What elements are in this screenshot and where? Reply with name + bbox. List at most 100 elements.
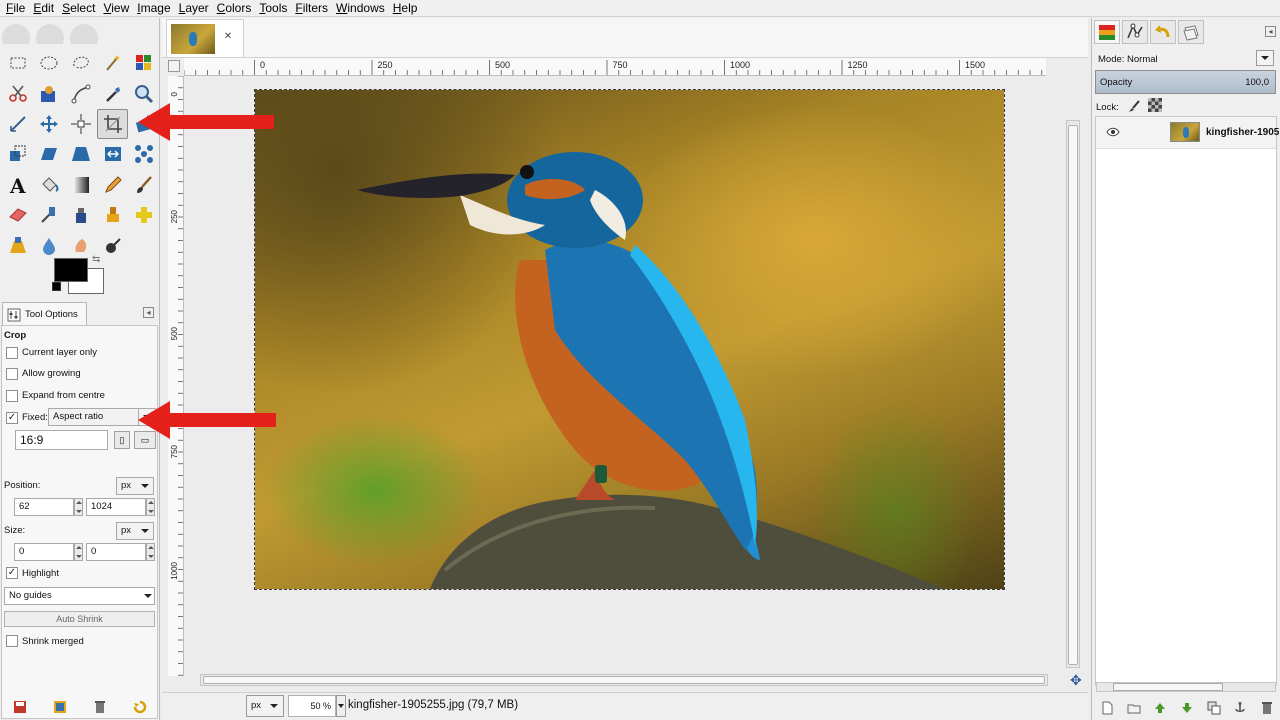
navigate-icon[interactable]: ✥ bbox=[1070, 672, 1082, 689]
tab-paths[interactable] bbox=[1122, 20, 1148, 44]
ellipse-select-tool[interactable] bbox=[34, 48, 66, 78]
layers-scrollbar[interactable] bbox=[1096, 682, 1276, 692]
size-width-spinner[interactable] bbox=[74, 543, 83, 561]
paths-tool[interactable] bbox=[65, 78, 97, 108]
tab-menu-icon[interactable]: ◂ bbox=[143, 307, 154, 318]
tab-layers[interactable] bbox=[1094, 20, 1120, 44]
image-tab[interactable]: ✕ bbox=[166, 19, 244, 57]
tab-undo-history[interactable] bbox=[1150, 20, 1176, 44]
dock-menu-icon[interactable]: ◂ bbox=[1265, 26, 1276, 37]
shear-tool[interactable] bbox=[34, 139, 66, 169]
cage-transform-tool[interactable] bbox=[128, 139, 160, 169]
menu-file[interactable]: File bbox=[2, 0, 29, 17]
vertical-scroll-thumb[interactable] bbox=[1068, 125, 1078, 665]
color-picker-tool[interactable] bbox=[97, 78, 129, 108]
current-layer-only-checkbox[interactable] bbox=[6, 347, 18, 359]
eraser-tool[interactable] bbox=[2, 200, 34, 230]
perspective-clone-tool[interactable] bbox=[2, 230, 34, 260]
bucket-fill-tool[interactable] bbox=[34, 170, 66, 200]
canvas-image[interactable] bbox=[254, 89, 1005, 590]
tab-tool-options[interactable]: Tool Options bbox=[2, 302, 87, 326]
horizontal-scroll-thumb[interactable] bbox=[203, 676, 1045, 684]
rect-select-tool[interactable] bbox=[2, 48, 34, 78]
layer-name[interactable]: kingfisher-1905 bbox=[1206, 127, 1279, 138]
alignment-tool[interactable] bbox=[65, 109, 97, 139]
menu-image[interactable]: Image bbox=[133, 0, 174, 17]
anchor-layer-icon[interactable] bbox=[1233, 701, 1247, 715]
menu-filters[interactable]: Filters bbox=[291, 0, 332, 17]
menu-windows[interactable]: Windows bbox=[332, 0, 389, 17]
scale-tool[interactable] bbox=[2, 139, 34, 169]
perspective-tool[interactable] bbox=[65, 139, 97, 169]
size-width-field[interactable]: 0 bbox=[14, 543, 74, 561]
default-colors-icon[interactable] bbox=[52, 282, 61, 291]
color-area[interactable]: ⇆ bbox=[50, 254, 110, 298]
vertical-scrollbar[interactable] bbox=[1066, 120, 1080, 668]
close-icon[interactable]: ✕ bbox=[223, 32, 233, 42]
swap-colors-icon[interactable]: ⇆ bbox=[92, 254, 100, 265]
menu-layer[interactable]: Layer bbox=[175, 0, 213, 17]
horizontal-ruler[interactable]: 0 250 500 750 1000 1250 1500 bbox=[184, 58, 1046, 76]
new-layer-group-icon[interactable] bbox=[1127, 701, 1141, 715]
restore-options-icon[interactable] bbox=[53, 700, 67, 714]
flip-tool[interactable] bbox=[97, 139, 129, 169]
size-unit-combo[interactable]: px bbox=[116, 522, 154, 540]
delete-layer-icon[interactable] bbox=[1260, 701, 1274, 715]
highlight-checkbox[interactable]: ✓ bbox=[6, 567, 18, 579]
new-layer-icon[interactable] bbox=[1100, 701, 1114, 715]
vertical-ruler[interactable]: 0 250 500 750 1000 bbox=[168, 76, 184, 676]
foreground-select-tool[interactable] bbox=[34, 78, 66, 108]
raise-layer-icon[interactable] bbox=[1153, 701, 1167, 715]
text-tool[interactable]: A bbox=[2, 170, 34, 200]
fuzzy-select-tool[interactable] bbox=[97, 48, 129, 78]
paintbrush-tool[interactable] bbox=[128, 170, 160, 200]
tab-channels[interactable] bbox=[1178, 20, 1204, 44]
free-select-tool[interactable] bbox=[65, 48, 97, 78]
clone-tool[interactable] bbox=[97, 200, 129, 230]
opacity-slider[interactable]: Opacity 100,0 bbox=[1095, 70, 1276, 94]
position-x-field[interactable]: 62 bbox=[14, 498, 74, 516]
measure-tool[interactable] bbox=[2, 109, 34, 139]
menu-colors[interactable]: Colors bbox=[213, 0, 256, 17]
zoom-field[interactable]: 50 % bbox=[288, 695, 336, 717]
position-x-spinner[interactable] bbox=[74, 498, 83, 516]
move-tool[interactable] bbox=[34, 109, 66, 139]
delete-options-icon[interactable] bbox=[93, 700, 107, 714]
pencil-tool[interactable] bbox=[97, 170, 129, 200]
fixed-checkbox[interactable]: ✓ bbox=[6, 412, 18, 424]
auto-shrink-button[interactable]: Auto Shrink bbox=[4, 611, 155, 627]
lower-layer-icon[interactable] bbox=[1180, 701, 1194, 715]
eye-icon[interactable] bbox=[1106, 127, 1120, 137]
select-by-color-tool[interactable] bbox=[128, 48, 160, 78]
wilber-drop-area[interactable] bbox=[0, 18, 160, 44]
heal-tool[interactable] bbox=[128, 200, 160, 230]
save-options-icon[interactable] bbox=[13, 700, 27, 714]
layers-scroll-thumb[interactable] bbox=[1113, 683, 1223, 691]
portrait-icon[interactable]: ▯ bbox=[114, 431, 130, 449]
menu-edit[interactable]: Edit bbox=[29, 0, 58, 17]
position-y-field[interactable]: 1024 bbox=[86, 498, 146, 516]
lock-alpha-icon[interactable] bbox=[1148, 98, 1162, 112]
airbrush-tool[interactable] bbox=[34, 200, 66, 230]
crop-tool[interactable] bbox=[96, 108, 129, 140]
expand-from-centre-checkbox[interactable] bbox=[6, 390, 18, 402]
zoom-dropdown[interactable] bbox=[336, 695, 346, 717]
ink-tool[interactable] bbox=[65, 200, 97, 230]
menu-help[interactable]: Help bbox=[389, 0, 422, 17]
allow-growing-checkbox[interactable] bbox=[6, 368, 18, 380]
aspect-ratio-field[interactable]: 16:9 bbox=[15, 430, 108, 450]
mode-dropdown[interactable] bbox=[1256, 50, 1274, 66]
menu-select[interactable]: Select bbox=[58, 0, 99, 17]
horizontal-scrollbar[interactable] bbox=[200, 674, 1048, 686]
layer-row[interactable]: kingfisher-1905 bbox=[1096, 117, 1279, 149]
menu-view[interactable]: View bbox=[99, 0, 133, 17]
scissors-select-tool[interactable] bbox=[2, 78, 34, 108]
blend-tool[interactable] bbox=[65, 170, 97, 200]
reset-options-icon[interactable] bbox=[133, 700, 147, 714]
unit-combo[interactable]: px bbox=[246, 695, 284, 717]
position-unit-combo[interactable]: px bbox=[116, 477, 154, 495]
quick-mask-corner[interactable] bbox=[168, 60, 180, 72]
foreground-color[interactable] bbox=[54, 258, 88, 282]
menu-tools[interactable]: Tools bbox=[255, 0, 291, 17]
size-height-field[interactable]: 0 bbox=[86, 543, 146, 561]
